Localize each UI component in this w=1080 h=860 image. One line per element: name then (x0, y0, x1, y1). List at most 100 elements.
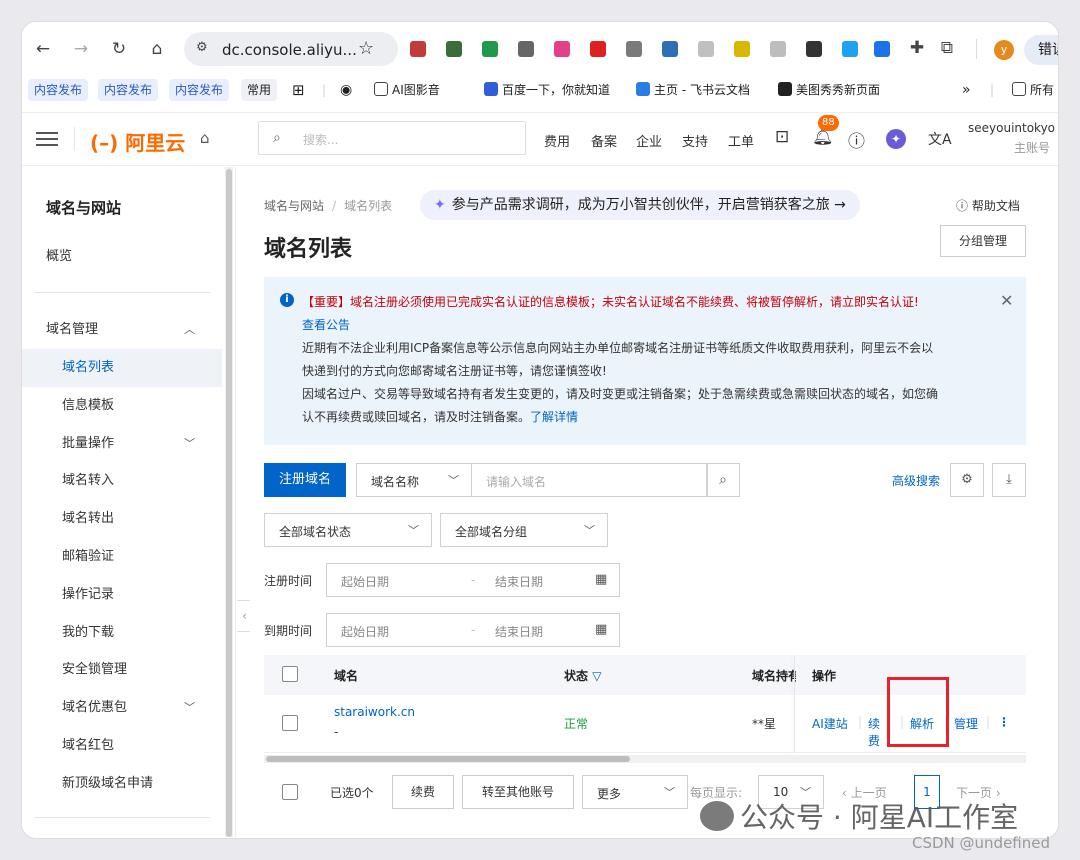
globe-icon[interactable]: ◉ (340, 79, 352, 101)
sidebar-item[interactable]: 域名转入 (22, 462, 222, 500)
sidepanel-icon[interactable]: ⧉ (936, 37, 958, 59)
bookmark-item[interactable]: 美图秀秀新页面 (778, 79, 880, 101)
bookmark-item[interactable]: 内容发布 (28, 79, 89, 101)
sidebar-item[interactable]: 域名转出 (22, 500, 222, 538)
sidebar-item[interactable]: 域名优惠包 ﹀ (22, 689, 222, 727)
back-icon[interactable]: ← (32, 38, 54, 60)
nav-billing[interactable]: 费用 (544, 131, 570, 150)
nav-enterprise[interactable]: 企业 (636, 131, 662, 150)
bookmark-item[interactable]: 内容发布 (169, 79, 230, 101)
forward-icon[interactable]: → (70, 38, 92, 60)
ai-build-site-link[interactable]: AI建站 (812, 715, 848, 732)
nav-support[interactable]: 支持 (682, 131, 708, 150)
menu-icon[interactable] (36, 129, 58, 147)
exp-date-range[interactable]: 起始日期 - 结束日期 ▦ (326, 613, 620, 647)
domain-status-select[interactable]: 全部域名状态 ﹀ (264, 513, 432, 547)
domain-link[interactable]: staraiwork.cn (334, 705, 415, 719)
footer-select-checkbox[interactable] (282, 784, 298, 800)
search-icon[interactable]: ⌕ (706, 463, 740, 497)
search-type-select[interactable]: 域名名称 ﹀ (356, 463, 472, 497)
learn-more-link[interactable]: 了解详情 (530, 410, 578, 424)
extension-icon[interactable] (734, 41, 750, 57)
sidebar-item[interactable]: 我的下载 (22, 614, 222, 652)
extension-icon[interactable] (662, 41, 678, 57)
sidebar-scrollbar[interactable] (225, 167, 233, 837)
reload-icon[interactable]: ↻ (108, 38, 130, 60)
extension-icon[interactable] (482, 41, 498, 57)
home-icon[interactable]: ⌂ (200, 129, 210, 147)
domain-search-input[interactable]: 请输入域名 (472, 463, 708, 497)
sidebar-item[interactable]: 域名列表 (22, 349, 222, 387)
ai-assistant-icon[interactable]: ✦ (886, 129, 906, 149)
breadcrumb-item[interactable]: 域名与网站 (264, 199, 324, 213)
sidebar-item[interactable]: 邮箱验证 (22, 538, 222, 576)
site-info-icon[interactable]: ⚙ (196, 40, 208, 55)
sidebar-item[interactable]: 安全锁管理 (22, 651, 222, 689)
register-domain-button[interactable]: 注册域名 (264, 463, 346, 497)
batch-renew-button[interactable]: 续费 (392, 775, 454, 809)
more-actions-icon[interactable]: ⋮ (998, 715, 1010, 729)
more-select[interactable]: 更多 ﹀ (582, 775, 688, 809)
table-horizontal-scrollbar[interactable] (264, 755, 1026, 763)
sidebar-group-domain-management[interactable]: 域名管理 ︿ (22, 311, 222, 349)
bookmark-item[interactable]: 百度一下，你就知道 (484, 79, 610, 101)
terminal-icon[interactable]: ⊡ (775, 127, 789, 147)
transfer-account-button[interactable]: 转至其他账号 (462, 775, 574, 809)
help-docs-link[interactable]: ⓘ 帮助文档 (956, 197, 1020, 214)
close-icon[interactable]: ✕ (1000, 291, 1013, 310)
account-name[interactable]: seeyouintokyo (968, 121, 1055, 135)
sidebar-item[interactable]: 新顶级域名申请 (22, 765, 222, 803)
all-bookmarks-folder[interactable]: 所有 (1012, 79, 1054, 101)
apps-grid-icon[interactable]: ⊞ (292, 79, 305, 101)
language-icon[interactable]: 文A (928, 129, 952, 149)
advanced-search-link[interactable]: 高级搜索 (892, 472, 940, 489)
error-button[interactable]: 错误 (1024, 35, 1058, 65)
address-bar[interactable]: ⚙ dc.console.aliyu... ☆ (184, 32, 398, 66)
extension-icon[interactable] (518, 41, 534, 57)
settings-gear-icon[interactable]: ⚙ (950, 463, 984, 497)
extension-icon[interactable] (842, 41, 858, 57)
header-status[interactable]: 状态 ▽ (564, 667, 601, 684)
bookmark-overflow-icon[interactable]: » (962, 79, 971, 101)
select-all-checkbox[interactable] (282, 666, 298, 682)
console-search[interactable]: ⌕ 搜索... (258, 121, 526, 155)
extension-icon[interactable] (770, 41, 786, 57)
extension-icon[interactable] (874, 41, 890, 57)
row-checkbox[interactable] (282, 715, 298, 731)
extension-icon[interactable] (554, 41, 570, 57)
nav-ticket[interactable]: 工单 (728, 131, 754, 150)
promo-banner[interactable]: ✦ 参与产品需求调研，成为万小智共创伙伴，开启营销获客之旅 → (420, 190, 860, 220)
sidebar-item-overview[interactable]: 概览 (22, 238, 222, 276)
chevron-down-icon: ﹀ (448, 474, 459, 487)
sidebar-item[interactable]: 域名红包 (22, 727, 222, 765)
aliyun-logo[interactable]: (–) 阿里云 (90, 127, 185, 156)
group-manage-button[interactable]: 分组管理 (940, 225, 1026, 257)
domain-group-select[interactable]: 全部域名分组 ﹀ (440, 513, 608, 547)
home-icon[interactable]: ⌂ (146, 38, 168, 60)
sidebar-item[interactable]: 操作记录 (22, 576, 222, 614)
extension-icon[interactable] (806, 41, 822, 57)
extension-icon[interactable] (590, 41, 606, 57)
sidebar-item[interactable]: 批量操作 ﹀ (22, 425, 222, 463)
reg-date-range[interactable]: 起始日期 - 结束日期 ▦ (326, 563, 620, 597)
extension-icon[interactable] (626, 41, 642, 57)
extension-icon[interactable] (698, 41, 714, 57)
bookmark-item[interactable]: AI图影音 (374, 79, 440, 101)
help-icon[interactable]: ⓘ (848, 127, 865, 152)
manage-link[interactable]: 管理 (954, 715, 978, 732)
bookmark-item[interactable]: 主页 - 飞书云文档 (636, 79, 750, 101)
bookmark-item[interactable]: 常用 (241, 79, 278, 101)
extension-icon[interactable] (446, 41, 462, 57)
domain-sub: - (334, 725, 339, 739)
extension-icon[interactable] (410, 41, 426, 57)
chevron-up-icon: ︿ (184, 323, 195, 336)
bookmark-star-icon[interactable]: ☆ (358, 38, 374, 59)
nav-icp[interactable]: 备案 (591, 131, 617, 150)
sidebar-item[interactable]: 信息模板 (22, 387, 222, 425)
download-icon[interactable]: ⤓ (992, 463, 1026, 497)
bookmark-item[interactable]: 内容发布 (98, 79, 159, 101)
meitu-icon (778, 82, 792, 96)
view-announcement-link[interactable]: 查看公告 (302, 316, 350, 333)
extensions-puzzle-icon[interactable]: ✚ (906, 37, 928, 59)
profile-avatar[interactable]: y (994, 40, 1014, 60)
